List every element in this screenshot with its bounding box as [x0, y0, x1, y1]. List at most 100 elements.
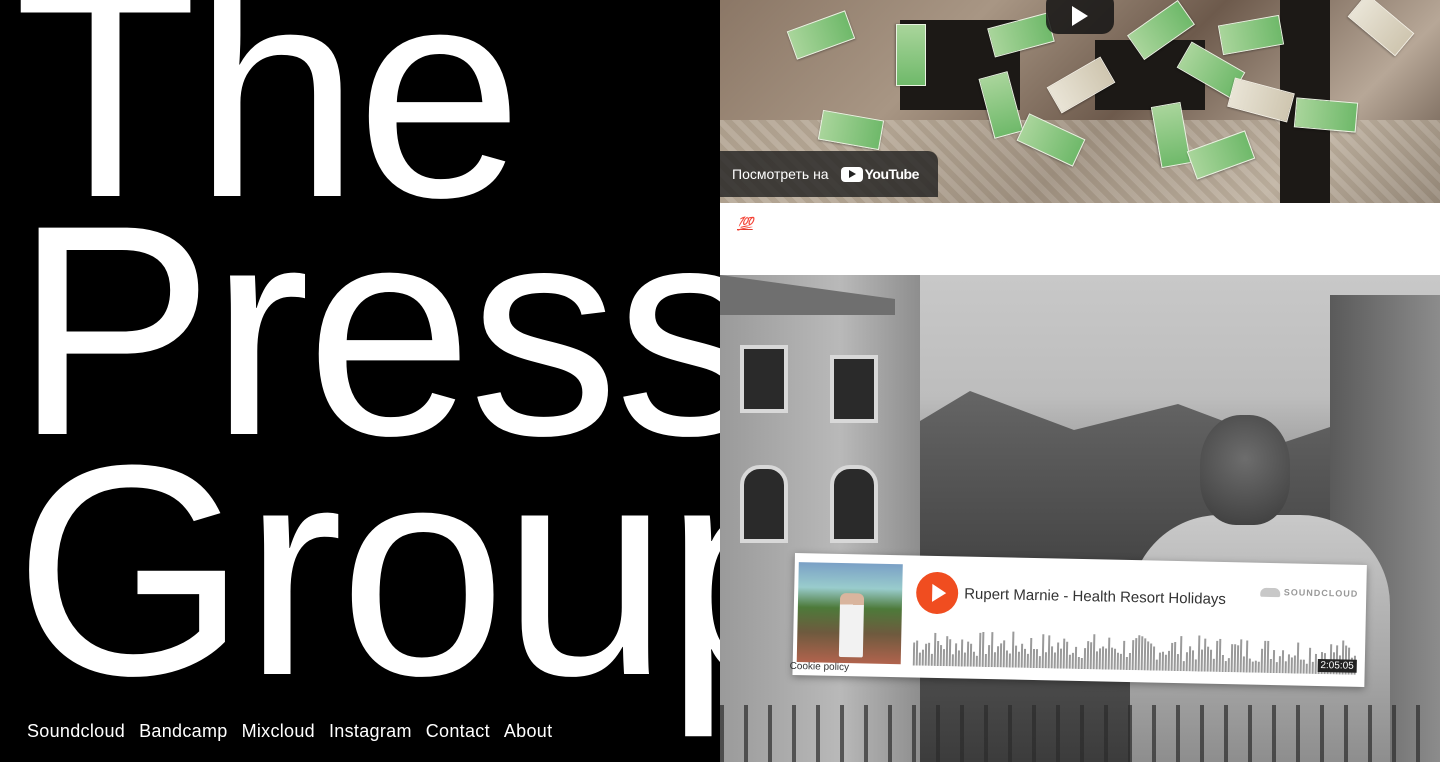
- watch-on-label: Посмотреть на: [732, 166, 829, 182]
- waveform-bar: [1032, 649, 1036, 669]
- play-icon: [932, 583, 947, 603]
- waveform-bar: [1257, 661, 1260, 673]
- post-photo: [720, 275, 1440, 762]
- nav-link-bandcamp[interactable]: Bandcamp: [139, 721, 227, 742]
- waveform-bar: [1269, 658, 1272, 674]
- waveform-bar: [1212, 658, 1215, 672]
- waveform-bar: [942, 649, 946, 667]
- waveform-bar: [930, 653, 933, 666]
- hero-panel: The Press Group Soundcloud Bandcamp Mixc…: [0, 0, 720, 762]
- youtube-embed[interactable]: Посмотреть на YouTube: [720, 0, 1440, 203]
- nav-link-mixcloud[interactable]: Mixcloud: [242, 721, 315, 742]
- nav-link-about[interactable]: About: [504, 721, 553, 742]
- waveform-bar: [1095, 651, 1099, 670]
- track-duration: 2:05:05: [1317, 658, 1357, 673]
- waveform-bar: [1155, 659, 1158, 671]
- soundcloud-cloud-icon: [1259, 587, 1280, 597]
- waveform-bar: [1053, 652, 1056, 669]
- waveform-bar: [1119, 653, 1122, 670]
- waveform-bar: [1038, 656, 1041, 669]
- post-caption: 💯: [737, 216, 753, 231]
- main-nav: Soundcloud Bandcamp Mixcloud Instagram C…: [27, 721, 552, 742]
- banknote: [1293, 97, 1359, 133]
- waveform-bar: [1017, 651, 1020, 668]
- waveform-bar: [1005, 650, 1009, 668]
- waveform-bar: [1224, 661, 1227, 673]
- waveform-bar: [1299, 659, 1302, 674]
- waveform-bar: [1044, 652, 1047, 669]
- waveform-bar: [972, 651, 975, 667]
- photo-window: [830, 465, 878, 543]
- waveform-bar: [921, 649, 925, 666]
- waveform-bar: [984, 653, 987, 668]
- waveform-bar: [975, 655, 978, 667]
- photo-window: [740, 345, 788, 413]
- soundcloud-player[interactable]: Cookie policy Rupert Marnie - Health Res…: [790, 553, 1367, 687]
- youtube-logo-icon: YouTube: [840, 166, 920, 182]
- watch-on-youtube[interactable]: Посмотреть на YouTube: [720, 151, 938, 197]
- waveform-bar: [1302, 659, 1305, 674]
- waveform-bar: [1071, 652, 1074, 669]
- photo-window: [830, 355, 878, 423]
- waveform-bar: [1278, 656, 1281, 674]
- waveform-bar: [1176, 654, 1179, 672]
- waveform-bar: [1290, 657, 1293, 674]
- waveform-bar: [951, 654, 954, 667]
- waveform-bar: [1275, 662, 1278, 674]
- nav-link-contact[interactable]: Contact: [426, 721, 490, 742]
- waveform-bar: [1026, 653, 1029, 668]
- photo-railing: [720, 705, 1440, 762]
- youtube-wordmark: YouTube: [864, 166, 920, 182]
- soundcloud-logo[interactable]: SOUNDCLOUD: [1259, 587, 1359, 599]
- waveform-bar: [918, 652, 921, 666]
- banknote: [896, 24, 926, 86]
- waveform[interactable]: [912, 621, 1360, 675]
- waveform-bar: [1221, 654, 1224, 673]
- photo-person-head: [1200, 415, 1290, 525]
- waveform-bar: [1254, 660, 1257, 673]
- nav-link-soundcloud[interactable]: Soundcloud: [27, 721, 125, 742]
- youtube-play-icon: [840, 166, 863, 182]
- track-artwork[interactable]: [796, 562, 903, 665]
- waveform-bar: [1182, 661, 1185, 672]
- waveform-bar: [1185, 652, 1189, 672]
- site-title-line-3: Group: [14, 402, 720, 738]
- waveform-bar: [963, 652, 966, 667]
- waveform-bar: [1080, 658, 1083, 670]
- waveform-bar: [1227, 658, 1230, 673]
- soundcloud-play-button[interactable]: [915, 571, 959, 615]
- waveform-bar: [1068, 654, 1071, 669]
- waveform-bar: [1305, 663, 1308, 674]
- waveform-bar: [1161, 651, 1165, 671]
- page: The Press Group Soundcloud Bandcamp Mixc…: [0, 0, 1440, 762]
- waveform-bar: [1035, 649, 1039, 669]
- cookie-policy-link[interactable]: Cookie policy: [790, 661, 850, 673]
- banknote: [786, 10, 856, 60]
- artwork-figure: [838, 592, 865, 658]
- waveform-bar: [1248, 658, 1251, 673]
- waveform-bar: [1164, 654, 1167, 671]
- nav-link-instagram[interactable]: Instagram: [329, 721, 412, 742]
- waveform-bar: [993, 652, 996, 668]
- waveform-bar: [1128, 653, 1131, 671]
- waveform-bar: [1284, 661, 1287, 674]
- waveform-bar: [1023, 648, 1027, 668]
- waveform-bar: [1077, 656, 1080, 669]
- waveform-bar: [1293, 655, 1296, 674]
- waveform-bar: [1287, 654, 1290, 674]
- waveform-bar: [1242, 656, 1245, 673]
- banknote: [1347, 0, 1415, 57]
- banknote: [1217, 14, 1285, 56]
- waveform-bar: [1251, 661, 1254, 673]
- waveform-bar: [1116, 652, 1119, 670]
- play-icon: [1072, 6, 1088, 26]
- waveform-bar: [1158, 652, 1161, 671]
- waveform-bar: [1311, 661, 1314, 674]
- video-play-button[interactable]: [1046, 0, 1114, 34]
- waveform-bar: [1008, 653, 1011, 668]
- photo-window: [740, 465, 788, 543]
- track-title[interactable]: Rupert Marnie - Health Resort Holidays: [964, 586, 1226, 608]
- waveform-bar: [1194, 659, 1197, 672]
- soundcloud-wordmark: SOUNDCLOUD: [1283, 587, 1359, 599]
- waveform-bar: [1125, 656, 1128, 670]
